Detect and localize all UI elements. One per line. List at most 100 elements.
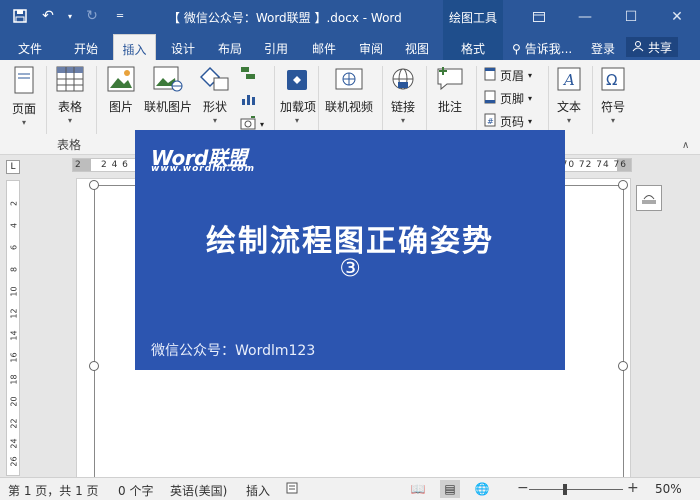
selection-frame-left xyxy=(94,185,95,477)
smartart-icon xyxy=(240,66,256,83)
footer-button[interactable]: 页脚 ▾ xyxy=(484,90,532,107)
save-icon[interactable] xyxy=(10,6,30,26)
header-label: 页眉 xyxy=(500,69,525,83)
zoom-thumb[interactable] xyxy=(562,484,567,495)
page-label: 页面 xyxy=(11,102,36,116)
table-button[interactable]: 表格 ▾ xyxy=(54,66,86,125)
zoom-slider[interactable]: − + xyxy=(515,480,639,497)
vruler-number: 6 xyxy=(9,244,19,251)
brand-url: www.wordlm.com xyxy=(151,164,255,174)
resize-handle[interactable] xyxy=(89,361,99,371)
svg-text:A: A xyxy=(562,71,575,89)
tab-layout[interactable]: 布局 xyxy=(218,34,242,60)
collapse-ribbon-icon[interactable]: ∧ xyxy=(682,140,689,151)
share-label: 共享 xyxy=(648,40,673,55)
tab-design[interactable]: 设计 xyxy=(171,34,195,60)
vruler-number: 2 xyxy=(9,200,19,207)
vertical-scrollbar[interactable] xyxy=(686,155,700,477)
video-icon xyxy=(322,66,376,95)
quick-access-toolbar: ↶ ▾ ↻ ═ xyxy=(10,6,130,26)
web-layout-icon[interactable]: 🌐 xyxy=(472,480,492,498)
tab-references[interactable]: 引用 xyxy=(264,34,288,60)
tab-selector-icon[interactable]: L xyxy=(6,160,20,174)
header-button[interactable]: 页眉 ▾ xyxy=(484,67,532,84)
vertical-ruler[interactable]: 2 4 6 8 10 12 14 16 18 20 22 24 26 xyxy=(6,180,20,476)
shapes-button[interactable]: 形状 ▾ xyxy=(198,66,232,125)
ribbon-display-icon[interactable] xyxy=(516,0,562,34)
ribbon-separator xyxy=(476,66,477,134)
insert-mode[interactable]: 插入 xyxy=(246,482,270,499)
ribbon-separator xyxy=(96,66,97,134)
comment-button[interactable]: 批注 xyxy=(430,66,470,115)
lightbulb-icon: ⚲ xyxy=(512,41,521,56)
page-number-caret-icon: ▾ xyxy=(528,117,533,126)
online-picture-button[interactable]: 联机图片 xyxy=(141,66,195,115)
login-link[interactable]: 登录 xyxy=(591,40,615,57)
selection-frame-right xyxy=(623,185,624,477)
undo-dropdown-icon[interactable]: ▾ xyxy=(66,6,74,26)
text-button[interactable]: A 文本 ▾ xyxy=(552,66,586,125)
macro-icon[interactable] xyxy=(286,482,298,497)
header-icon xyxy=(484,67,496,84)
language-indicator[interactable]: 英语(美国) xyxy=(170,482,227,499)
zoom-in-icon[interactable]: + xyxy=(627,480,639,496)
footer-caret-icon: ▾ xyxy=(528,94,533,103)
page-button[interactable]: 页面 ▾ xyxy=(8,66,40,127)
redo-icon[interactable]: ↻ xyxy=(82,6,102,26)
link-label: 链接 xyxy=(390,100,415,114)
zoom-percent[interactable]: 50% xyxy=(655,482,682,496)
minimize-icon[interactable]: — xyxy=(562,0,608,34)
link-button[interactable]: 链接 ▾ xyxy=(386,66,420,125)
svg-text:Ω: Ω xyxy=(606,71,617,89)
picture-button[interactable]: 图片 xyxy=(104,66,138,115)
tab-file[interactable]: 文件 xyxy=(18,34,42,60)
addins-caret-icon: ▾ xyxy=(294,116,299,125)
window-title: 【 微信公众号：Word联盟 】.docx - Word xyxy=(168,11,402,25)
footer-label: 页脚 xyxy=(500,92,525,106)
table-caret-icon: ▾ xyxy=(67,116,72,125)
vruler-number: 22 xyxy=(9,418,19,429)
customize-icon[interactable]: ═ xyxy=(110,6,130,26)
zoom-out-icon[interactable]: − xyxy=(517,480,529,496)
tab-view[interactable]: 视图 xyxy=(405,34,429,60)
word-count[interactable]: 0 个字 xyxy=(118,482,153,499)
picture-icon xyxy=(104,66,138,95)
tab-insert[interactable]: 插入 xyxy=(113,34,156,60)
store-icon xyxy=(280,66,314,95)
print-layout-icon[interactable]: ▤ xyxy=(440,480,460,498)
online-video-button[interactable]: 联机视频 xyxy=(322,66,376,115)
tab-format[interactable]: 格式 xyxy=(443,34,503,60)
header-caret-icon: ▾ xyxy=(528,71,533,80)
resize-handle[interactable] xyxy=(89,180,99,190)
vruler-number: 12 xyxy=(9,308,19,319)
tell-me-box[interactable]: ⚲ 告诉我... xyxy=(512,40,572,57)
page-number-button[interactable]: # 页码 ▾ xyxy=(484,113,532,130)
picture-label: 图片 xyxy=(108,100,133,114)
tab-mailings[interactable]: 邮件 xyxy=(312,34,336,60)
layout-options-icon xyxy=(641,190,657,207)
page-count[interactable]: 第 1 页，共 1 页 xyxy=(8,482,99,499)
symbol-button[interactable]: Ω 符号 ▾ xyxy=(596,66,630,125)
status-bar: 第 1 页，共 1 页 0 个字 英语(美国) 插入 📖 ▤ 🌐 − + 50% xyxy=(0,477,700,500)
tab-review[interactable]: 审阅 xyxy=(359,34,383,60)
banner-wechat: 微信公众号：Wordlm123 xyxy=(151,343,316,359)
resize-handle[interactable] xyxy=(618,361,628,371)
read-mode-icon[interactable]: 📖 xyxy=(408,480,428,498)
share-button[interactable]: 共享 xyxy=(626,37,679,57)
resize-handle[interactable] xyxy=(618,180,628,190)
vruler-number: 8 xyxy=(9,266,19,273)
layout-options-button[interactable] xyxy=(636,185,662,211)
tab-home[interactable]: 开始 xyxy=(74,34,98,60)
link-caret-icon: ▾ xyxy=(400,116,405,125)
vruler-number: 16 xyxy=(9,352,19,363)
online-video-label: 联机视频 xyxy=(324,100,373,114)
chart-button[interactable] xyxy=(240,92,256,109)
close-icon[interactable]: ✕ xyxy=(654,0,700,34)
symbol-label: 符号 xyxy=(600,100,625,114)
addins-button[interactable]: 加载项 ▾ xyxy=(280,66,316,125)
shapes-caret-icon: ▾ xyxy=(212,116,217,125)
page-number-icon: # xyxy=(484,113,496,130)
restore-icon[interactable]: ☐ xyxy=(608,0,654,34)
undo-icon[interactable]: ↶ xyxy=(38,6,58,26)
smartart-button[interactable] xyxy=(240,66,256,83)
